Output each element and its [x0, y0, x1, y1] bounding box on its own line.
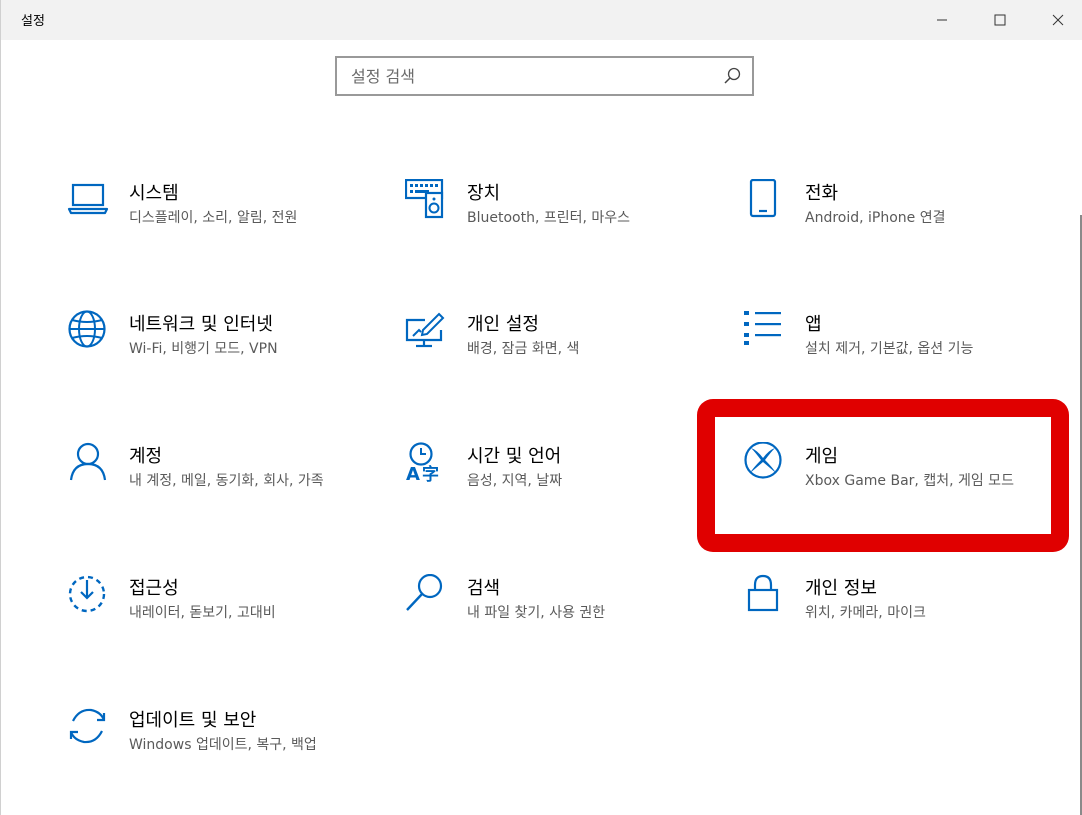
tile-description: 음성, 지역, 날짜: [467, 473, 563, 489]
svg-text:字: 字: [422, 464, 439, 485]
settings-window: 설정 시스템 디스플레이, 소리, 알림, 전원: [0, 0, 1082, 815]
tile-devices[interactable]: 장치 Bluetooth, 프린터, 마우스: [405, 179, 705, 279]
tile-network[interactable]: 네트워크 및 인터넷 Wi-Fi, 비행기 모드, VPN: [67, 310, 367, 410]
tile-description: 위치, 카메라, 마이크: [805, 605, 926, 621]
tile-search[interactable]: 검색 내 파일 찾기, 사용 권한: [405, 574, 705, 674]
tile-description: Wi-Fi, 비행기 모드, VPN: [129, 341, 278, 357]
tile-title: 장치: [467, 183, 501, 204]
globe-icon: [68, 310, 106, 348]
ease-of-access-icon: [68, 575, 106, 613]
tile-update-security[interactable]: 업데이트 및 보안 Windows 업데이트, 복구, 백업: [67, 706, 367, 806]
tile-description: 내 계정, 메일, 동기화, 회사, 가족: [129, 473, 324, 489]
tile-title: 검색: [467, 578, 501, 599]
tile-personalization[interactable]: 개인 설정 배경, 잠금 화면, 색: [405, 310, 705, 410]
tile-description: 디스플레이, 소리, 알림, 전원: [129, 210, 298, 226]
minimize-icon: [937, 19, 947, 21]
tile-phone[interactable]: 전화 Android, iPhone 연결: [743, 179, 1043, 279]
search-box[interactable]: [335, 56, 754, 96]
person-icon: [69, 442, 107, 481]
tile-description: 설치 제거, 기본값, 옵션 기능: [805, 341, 974, 357]
tile-description: Windows 업데이트, 복구, 백업: [129, 737, 317, 753]
tile-privacy[interactable]: 개인 정보 위치, 카메라, 마이크: [743, 574, 1043, 674]
tile-title: 개인 설정: [467, 314, 539, 335]
tile-title: 개인 정보: [805, 578, 877, 599]
tile-time-language[interactable]: A 字 시간 및 언어 음성, 지역, 날짜: [405, 442, 705, 542]
laptop-icon: [67, 183, 109, 215]
tile-system[interactable]: 시스템 디스플레이, 소리, 알림, 전원: [67, 179, 367, 279]
tile-title: 시스템: [129, 183, 179, 204]
search-input[interactable]: [337, 58, 721, 94]
tile-description: 내레이터, 돋보기, 고대비: [129, 605, 276, 621]
close-icon: [1052, 14, 1064, 26]
svg-text:A: A: [406, 464, 420, 485]
maximize-icon: [994, 14, 1006, 26]
tile-apps[interactable]: 앱 설치 제거, 기본값, 옵션 기능: [743, 310, 1043, 410]
tile-description: Android, iPhone 연결: [805, 210, 946, 226]
tile-description: 내 파일 찾기, 사용 권한: [467, 605, 606, 621]
tile-title: 시간 및 언어: [467, 446, 562, 467]
window-title: 설정: [21, 14, 45, 29]
devices-icon: [405, 179, 444, 219]
phone-icon: [749, 179, 777, 218]
search-magnifier-icon: [406, 574, 443, 611]
tile-description: Bluetooth, 프린터, 마우스: [467, 210, 631, 226]
highlight-box: [697, 399, 1069, 552]
lock-icon: [747, 574, 779, 612]
sync-icon: [69, 708, 106, 744]
tile-title: 접근성: [129, 578, 179, 599]
maximize-button[interactable]: [977, 0, 1023, 40]
personalization-icon: [405, 312, 445, 348]
tile-description: 배경, 잠금 화면, 색: [467, 341, 580, 357]
tile-ease-of-access[interactable]: 접근성 내레이터, 돋보기, 고대비: [67, 574, 367, 674]
tile-title: 네트워크 및 인터넷: [129, 314, 273, 335]
search-icon[interactable]: [722, 66, 742, 86]
tile-title: 전화: [805, 183, 839, 204]
close-button[interactable]: [1035, 0, 1081, 40]
tile-title: 앱: [805, 314, 822, 335]
time-language-icon: A 字: [406, 442, 439, 485]
tile-accounts[interactable]: 계정 내 계정, 메일, 동기화, 회사, 가족: [67, 442, 367, 542]
minimize-button[interactable]: [919, 0, 965, 40]
tile-title: 업데이트 및 보안: [129, 710, 257, 731]
title-bar: 설정: [1, 0, 1082, 40]
apps-list-icon: [744, 311, 781, 345]
tile-title: 계정: [129, 446, 163, 467]
